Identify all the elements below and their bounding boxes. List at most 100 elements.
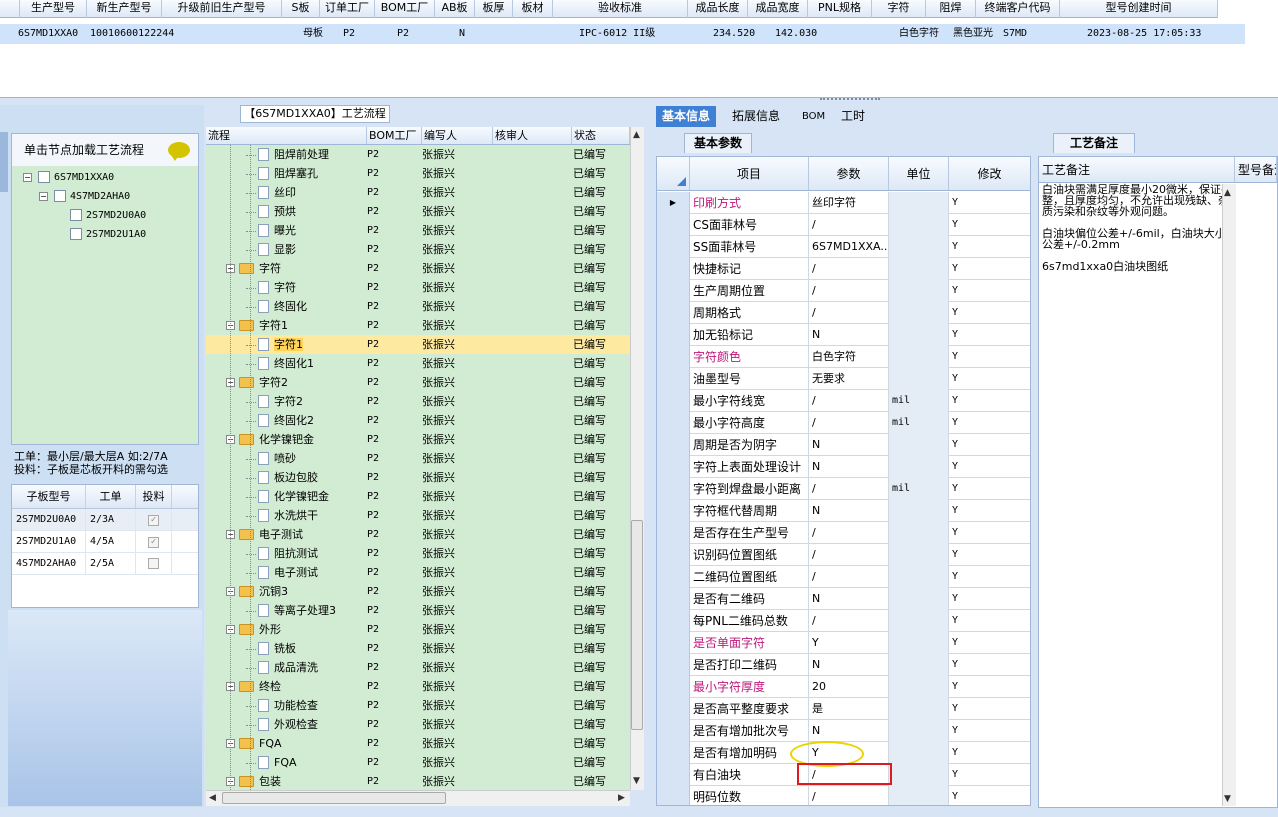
param-modify[interactable]: Y <box>949 676 1030 698</box>
row-indicator[interactable] <box>657 698 690 720</box>
param-row[interactable]: 是否单面字符 Y Y <box>657 632 1030 654</box>
param-modify[interactable]: Y <box>949 412 1030 434</box>
param-row[interactable]: 周期是否为阴字 N Y <box>657 434 1030 456</box>
process-row[interactable]: 阻抗测试 P2 张振兴 已编写 <box>206 544 630 563</box>
process-row[interactable]: − 电子测试 P2 张振兴 已编写 <box>206 525 630 544</box>
param-value[interactable]: 是 <box>809 698 889 720</box>
param-modify[interactable]: Y <box>949 192 1030 214</box>
param-row[interactable]: 最小字符高度 / mil Y <box>657 412 1030 434</box>
param-value[interactable]: / <box>809 258 889 280</box>
param-modify[interactable]: Y <box>949 478 1030 500</box>
process-row[interactable]: 等离子处理3 P2 张振兴 已编写 <box>206 601 630 620</box>
column-header[interactable]: 工艺备注 <box>1039 157 1235 182</box>
column-header[interactable]: BOM工厂 <box>367 127 422 144</box>
process-row[interactable]: 曝光 P2 张振兴 已编写 <box>206 221 630 240</box>
grid-cell[interactable]: 142.030 <box>773 24 833 44</box>
param-row[interactable]: 二维码位置图纸 / Y <box>657 566 1030 588</box>
param-row[interactable]: 生产周期位置 / Y <box>657 280 1030 302</box>
row-indicator[interactable] <box>657 654 690 676</box>
scroll-up-icon[interactable]: ▲ <box>633 130 640 140</box>
param-value[interactable]: / <box>809 544 889 566</box>
row-indicator[interactable] <box>657 324 690 346</box>
row-indicator[interactable] <box>657 610 690 632</box>
param-modify[interactable]: Y <box>949 544 1030 566</box>
feed-checkbox[interactable] <box>148 558 159 569</box>
row-indicator[interactable] <box>657 434 690 456</box>
param-value[interactable]: N <box>809 588 889 610</box>
param-row[interactable]: 识别码位置图纸 / Y <box>657 544 1030 566</box>
comment-bubble-icon[interactable] <box>168 142 190 161</box>
order-cell[interactable]: 4/5A <box>86 531 136 552</box>
tree-collapse-icon[interactable]: − <box>39 192 48 201</box>
column-header[interactable]: AB板 <box>435 0 475 18</box>
param-modify[interactable]: Y <box>949 522 1030 544</box>
param-modify[interactable]: Y <box>949 742 1030 764</box>
process-row[interactable]: − 外形 P2 张振兴 已编写 <box>206 620 630 639</box>
row-indicator[interactable] <box>657 522 690 544</box>
process-row[interactable]: 丝印 P2 张振兴 已编写 <box>206 183 630 202</box>
param-modify[interactable]: Y <box>949 302 1030 324</box>
process-row[interactable]: − 字符2 P2 张振兴 已编写 <box>206 373 630 392</box>
column-header[interactable]: 单位 <box>889 157 949 190</box>
process-row[interactable]: − 沉铜3 P2 张振兴 已编写 <box>206 582 630 601</box>
process-note-text[interactable]: 白油块需满足厚度最小20微米，保证平整，且厚度均匀，不允许出现残缺、杂质污染和杂… <box>1042 184 1234 272</box>
process-row[interactable]: − 终检 P2 张振兴 已编写 <box>206 677 630 696</box>
feed-checkbox[interactable]: ✓ <box>148 537 159 548</box>
process-row[interactable]: − 字符1 P2 张振兴 已编写 <box>206 316 630 335</box>
row-indicator[interactable] <box>657 742 690 764</box>
column-header[interactable]: 型号备注 <box>1235 157 1277 182</box>
grid-cell[interactable] <box>537 24 577 44</box>
process-row[interactable]: 预烘 P2 张振兴 已编写 <box>206 202 630 221</box>
param-modify[interactable]: Y <box>949 456 1030 478</box>
process-row[interactable]: FQA P2 张振兴 已编写 <box>206 753 630 772</box>
param-modify[interactable]: Y <box>949 500 1030 522</box>
param-modify[interactable]: Y <box>949 280 1030 302</box>
column-header[interactable]: 订单工厂 <box>320 0 375 18</box>
grid-cell[interactable]: 10010600122244 <box>88 24 181 44</box>
tab-basic-info[interactable]: 基本信息 <box>656 106 717 127</box>
row-indicator[interactable] <box>657 676 690 698</box>
tree-node[interactable]: 4S7MD2AHA0 <box>54 189 130 205</box>
process-row[interactable]: − 化学镍钯金 P2 张振兴 已编写 <box>206 430 630 449</box>
param-modify[interactable]: Y <box>949 390 1030 412</box>
tab-extended-info[interactable]: 拓展信息 <box>726 106 786 127</box>
row-indicator[interactable] <box>657 500 690 522</box>
grid-cell[interactable]: 2023-08-25 17:05:33 <box>1085 24 1245 44</box>
grid-cell[interactable]: N <box>457 24 499 44</box>
param-modify[interactable]: Y <box>949 258 1030 280</box>
table-row[interactable]: 2S7MD2U0A0 2/3A ✓ <box>12 509 198 531</box>
param-value[interactable]: N <box>809 324 889 346</box>
tree-node[interactable]: 2S7MD2U1A0 <box>70 227 146 243</box>
column-header[interactable]: 终端客户代码 <box>976 0 1060 18</box>
param-modify[interactable]: Y <box>949 632 1030 654</box>
param-modify[interactable]: Y <box>949 434 1030 456</box>
process-row[interactable]: 终固化 P2 张振兴 已编写 <box>206 297 630 316</box>
row-indicator[interactable] <box>657 412 690 434</box>
param-row[interactable]: 最小字符厚度 20 Y <box>657 676 1030 698</box>
process-row[interactable]: 水洗烘干 P2 张振兴 已编写 <box>206 506 630 525</box>
column-header[interactable]: 升级前旧生产型号 <box>162 0 282 18</box>
process-row[interactable]: 字符1 P2 张振兴 已编写 <box>206 335 630 354</box>
param-value[interactable]: N <box>809 456 889 478</box>
param-row[interactable]: 是否高平整度要求是 Y <box>657 698 1030 720</box>
param-row[interactable]: 是否有增加批次号 N Y <box>657 720 1030 742</box>
row-indicator[interactable] <box>657 456 690 478</box>
row-indicator[interactable]: ▶ <box>657 192 690 214</box>
row-indicator[interactable] <box>657 720 690 742</box>
feed-checkbox[interactable]: ✓ <box>148 515 159 526</box>
param-modify[interactable]: Y <box>949 588 1030 610</box>
param-value[interactable]: 6S7MD1XXA... <box>809 236 889 258</box>
column-header[interactable]: 型号创建时间 <box>1060 0 1218 18</box>
param-value[interactable]: 20 <box>809 676 889 698</box>
row-indicator[interactable] <box>657 258 690 280</box>
param-value[interactable]: 丝印字符 <box>809 192 889 214</box>
process-row[interactable]: 成品清洗 P2 张振兴 已编写 <box>206 658 630 677</box>
grid-cell[interactable]: P2 <box>395 24 457 44</box>
column-header[interactable]: 状态 <box>572 127 630 144</box>
param-modify[interactable]: Y <box>949 698 1030 720</box>
column-header[interactable]: S板 <box>282 0 320 18</box>
param-row[interactable]: 快捷标记 / Y <box>657 258 1030 280</box>
scroll-up-icon[interactable]: ▲ <box>1224 188 1231 198</box>
process-row[interactable]: − 字符 P2 张振兴 已编写 <box>206 259 630 278</box>
process-row[interactable]: 阻焊前处理 P2 张振兴 已编写 <box>206 145 630 164</box>
